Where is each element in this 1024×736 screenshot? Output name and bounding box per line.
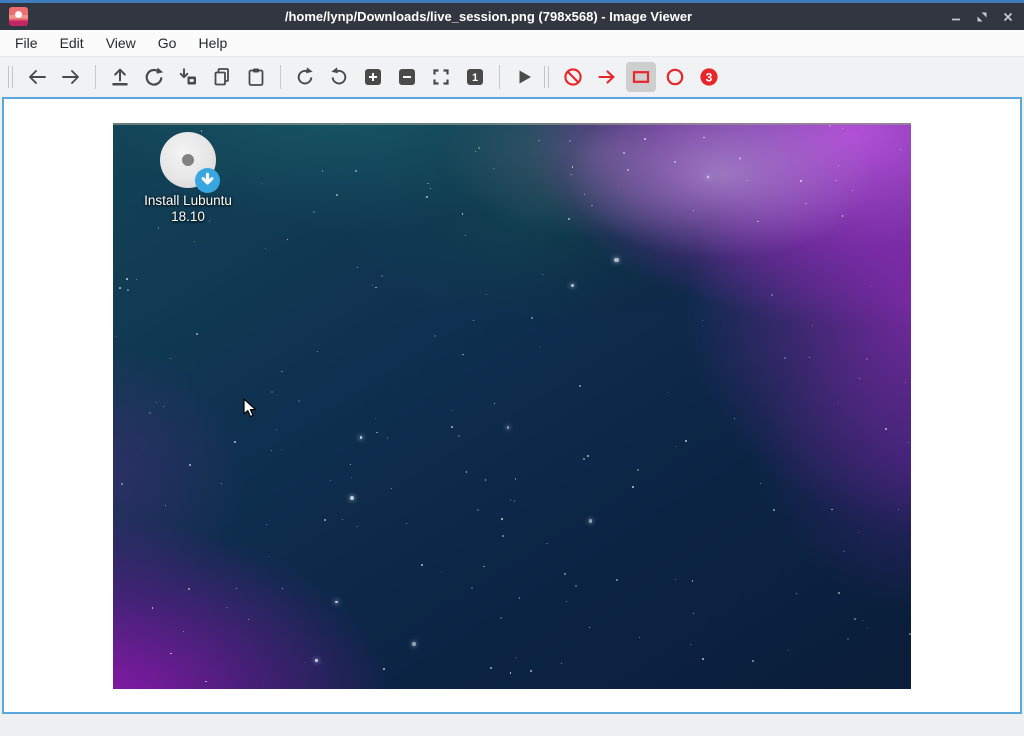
rotate-counterclockwise-button[interactable] <box>324 62 354 92</box>
paste-button[interactable] <box>241 62 271 92</box>
next-button[interactable] <box>56 62 86 92</box>
svg-text:3: 3 <box>706 70 713 84</box>
arrow-annotation-icon <box>596 66 618 88</box>
number-annotation-button[interactable]: 3 <box>694 62 724 92</box>
toolbar: 1 3 <box>0 57 1024 96</box>
mouse-cursor <box>243 398 257 419</box>
download-badge-icon <box>195 168 220 193</box>
no-annotation-button[interactable] <box>558 62 588 92</box>
minimize-icon <box>950 11 962 23</box>
menu-file[interactable]: File <box>4 32 49 54</box>
arrow-annotation-button[interactable] <box>592 62 622 92</box>
menu-edit[interactable]: Edit <box>49 32 95 54</box>
rectangle-annotation-button[interactable] <box>626 62 656 92</box>
svg-text:1: 1 <box>472 72 478 84</box>
cd-disc-icon <box>160 132 216 188</box>
rotate-clockwise-icon <box>294 66 316 88</box>
play-icon <box>513 66 535 88</box>
menu-view[interactable]: View <box>95 32 147 54</box>
toolbar-separator <box>499 65 500 89</box>
down-arrow-icon <box>195 168 220 193</box>
paste-icon <box>245 66 267 88</box>
no-annotation-icon <box>562 66 584 88</box>
circle-annotation-button[interactable] <box>660 62 690 92</box>
rotate-clockwise-button[interactable] <box>290 62 320 92</box>
close-button[interactable] <box>1001 10 1015 24</box>
image-viewer-window: /home/lynp/Downloads/live_session.png (7… <box>0 0 1024 736</box>
desktop-icon-label-line2: 18.10 <box>127 209 249 225</box>
desktop-icon-label-line1: Install Lubuntu <box>127 193 249 209</box>
toolbar-separator <box>280 65 281 89</box>
zoom-out-icon <box>396 66 418 88</box>
disc-hole <box>182 154 194 166</box>
original-size-button[interactable]: 1 <box>460 62 490 92</box>
copy-button[interactable] <box>207 62 237 92</box>
window-controls <box>949 10 1015 24</box>
number-annotation-icon: 3 <box>698 66 720 88</box>
rotate-counterclockwise-icon <box>328 66 350 88</box>
toolbar-drag-handle[interactable] <box>544 66 549 88</box>
minimize-button[interactable] <box>949 10 963 24</box>
menu-go[interactable]: Go <box>147 32 188 54</box>
displayed-image: Install Lubuntu 18.10 <box>113 123 911 689</box>
toolbar-drag-handle[interactable] <box>8 66 13 88</box>
toolbar-separator <box>95 65 96 89</box>
fit-window-icon <box>430 66 452 88</box>
upload-icon <box>109 66 131 88</box>
restore-icon <box>976 11 988 23</box>
image-canvas[interactable]: Install Lubuntu 18.10 <box>2 97 1022 714</box>
save-icon <box>177 66 199 88</box>
window-title: /home/lynp/Downloads/live_session.png (7… <box>28 9 949 24</box>
copy-icon <box>211 66 233 88</box>
close-icon <box>1002 11 1014 23</box>
viewer-area: Install Lubuntu 18.10 <box>0 96 1024 736</box>
titlebar[interactable]: /home/lynp/Downloads/live_session.png (7… <box>0 3 1024 30</box>
image-viewer-app-icon <box>9 7 28 26</box>
rectangle-annotation-icon <box>630 66 652 88</box>
previous-button[interactable] <box>22 62 52 92</box>
save-button[interactable] <box>173 62 203 92</box>
fit-window-button[interactable] <box>426 62 456 92</box>
zoom-in-icon <box>362 66 384 88</box>
install-lubuntu-desktop-icon: Install Lubuntu 18.10 <box>127 132 249 225</box>
arrow-left-icon <box>26 66 48 88</box>
menubar: File Edit View Go Help <box>0 30 1024 57</box>
reload-button[interactable] <box>139 62 169 92</box>
arrow-right-icon <box>60 66 82 88</box>
desktop-icon-label: Install Lubuntu 18.10 <box>127 193 249 225</box>
zoom-out-button[interactable] <box>392 62 422 92</box>
circle-annotation-icon <box>664 66 686 88</box>
upload-button[interactable] <box>105 62 135 92</box>
original-size-icon: 1 <box>464 66 486 88</box>
menu-help[interactable]: Help <box>187 32 238 54</box>
restore-button[interactable] <box>975 10 989 24</box>
reload-icon <box>143 66 165 88</box>
zoom-in-button[interactable] <box>358 62 388 92</box>
slideshow-button[interactable] <box>509 62 539 92</box>
